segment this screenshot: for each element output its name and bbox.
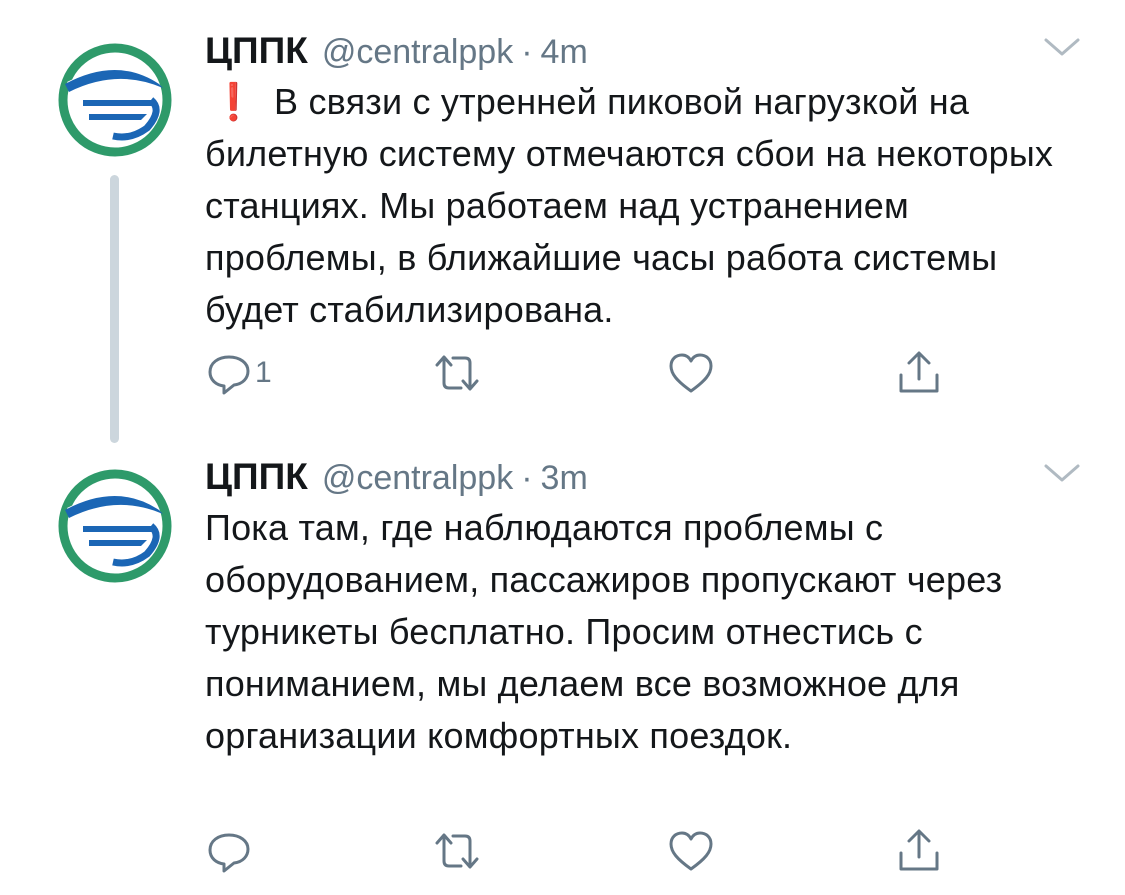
tweet-actions (205, 826, 965, 876)
reply-count: 1 (255, 356, 272, 389)
tweet-actions: 1 (205, 348, 965, 398)
tweet-text-body: Пока там, где наблюдаются проблемы с обо… (205, 507, 1003, 756)
separator: · (521, 33, 533, 71)
share-icon (899, 829, 939, 871)
reply-icon (208, 833, 250, 873)
timestamp[interactable]: 4m (541, 33, 588, 72)
tweet-header: ЦППК @centralppk · 3m (205, 456, 588, 498)
share-button[interactable] (895, 826, 943, 876)
tweet-text: ❗ В связи с утренней пиковой нагрузкой на… (205, 76, 1085, 336)
separator: · (521, 459, 533, 497)
retweet-icon (435, 355, 479, 391)
timestamp[interactable]: 3m (541, 459, 588, 498)
username[interactable]: @centralppk (322, 33, 513, 72)
avatar[interactable] (55, 466, 175, 586)
like-button[interactable] (667, 826, 715, 876)
share-button[interactable] (895, 348, 943, 398)
share-icon (899, 351, 939, 393)
tweet-text: Пока там, где наблюдаются проблемы с обо… (205, 502, 1085, 762)
tweet-header: ЦППК @centralppk · 4m (205, 30, 588, 72)
tweet-text-body: В связи с утренней пиковой нагрузкой на … (205, 81, 1054, 330)
thread-line (110, 175, 119, 443)
reply-icon (208, 355, 250, 395)
exclamation-emoji-icon: ❗ (211, 81, 257, 122)
reply-button[interactable]: 1 (205, 348, 272, 398)
like-button[interactable] (667, 348, 715, 398)
avatar[interactable] (55, 40, 175, 160)
retweet-icon (435, 833, 479, 869)
retweet-button[interactable] (433, 348, 481, 398)
like-icon (669, 353, 713, 393)
display-name[interactable]: ЦППК (205, 30, 308, 72)
like-icon (669, 831, 713, 871)
chevron-down-icon[interactable] (1040, 32, 1084, 62)
chevron-down-icon[interactable] (1040, 458, 1084, 488)
retweet-button[interactable] (433, 826, 481, 876)
display-name[interactable]: ЦППК (205, 456, 308, 498)
username[interactable]: @centralppk (322, 459, 513, 498)
reply-button[interactable] (205, 826, 255, 876)
